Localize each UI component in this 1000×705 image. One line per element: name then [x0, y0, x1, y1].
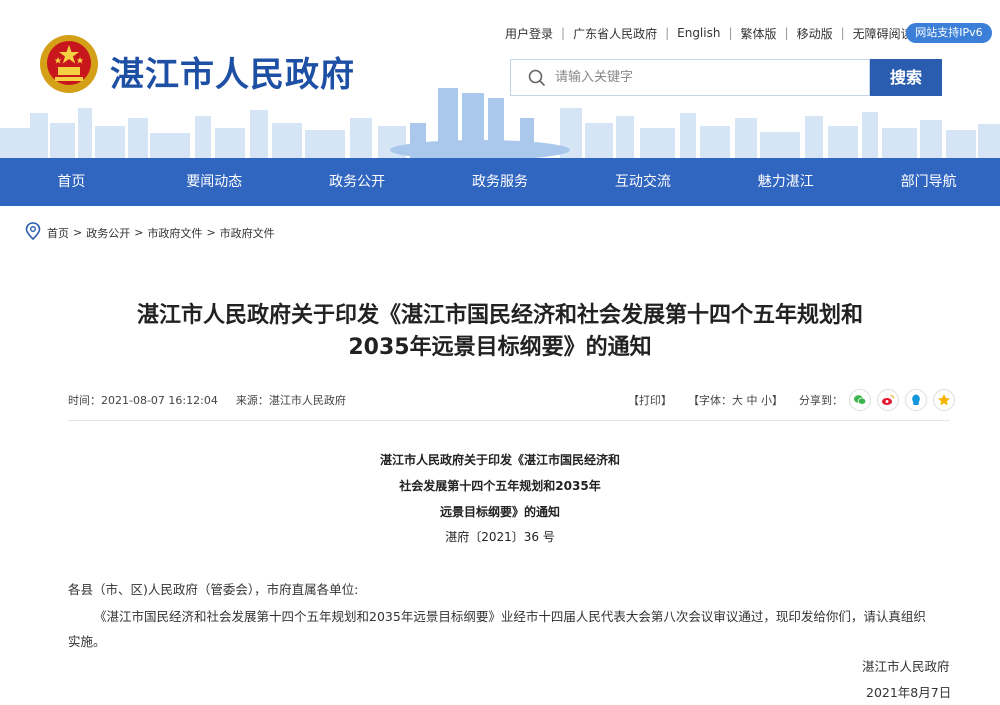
top-link-traditional[interactable]: 繁体版 — [741, 25, 777, 42]
nav-item-services[interactable]: 政务服务 — [429, 158, 572, 206]
doc-number: 湛府〔2021〕36 号 — [445, 530, 555, 544]
article-meta: 时间：2021-08-07 16:12:04 来源：湛江市人民政府 — [68, 392, 346, 408]
separator: | — [665, 26, 670, 40]
breadcrumb-separator: > — [206, 226, 216, 239]
breadcrumb-separator: > — [73, 226, 83, 239]
print-button[interactable]: 【打印】 — [628, 392, 672, 408]
article-source: 来源：湛江市人民政府 — [235, 394, 346, 407]
separator: | — [728, 26, 733, 40]
qzone-icon[interactable] — [933, 389, 955, 411]
top-links: 用户登录 | 广东省人民政府 | English | 繁体版 | 移动版 | 无… — [505, 23, 933, 43]
search-button[interactable]: 搜索 — [870, 59, 942, 96]
top-link-guangdong[interactable]: 广东省人民政府 — [573, 25, 657, 42]
document-date: 2021年8月7日 — [866, 685, 952, 700]
top-link-mobile[interactable]: 移动版 — [797, 25, 833, 42]
nav-item-news[interactable]: 要闻动态 — [143, 158, 286, 206]
search-box — [510, 59, 870, 96]
article-tools: 【打印】 【字体：大 中 小】 分享到： — [628, 389, 955, 411]
location-pin-icon — [25, 222, 41, 243]
separator: | — [784, 26, 789, 40]
top-link-english[interactable]: English — [677, 26, 720, 40]
breadcrumb-separator: > — [134, 226, 144, 239]
city-skyline-banner — [0, 88, 1000, 158]
nav-item-gov-affairs[interactable]: 政务公开 — [286, 158, 429, 206]
top-link-accessibility[interactable]: 无障碍阅读 — [853, 25, 913, 42]
top-link-login[interactable]: 用户登录 — [505, 25, 553, 42]
separator: | — [561, 26, 566, 40]
separator: | — [840, 26, 845, 40]
doc-title-line: 远景目标纲要》的通知 — [439, 505, 560, 519]
article-title-line: 2035年远景目标纲要》的通知 — [348, 335, 652, 360]
nav-item-interaction[interactable]: 互动交流 — [571, 158, 714, 206]
breadcrumb-gov-docs[interactable]: 市政府文件 — [147, 225, 202, 241]
ipv6-badge: 网站支持IPv6 — [906, 23, 992, 43]
article-title-line: 湛江市人民政府关于印发《湛江市国民经济和社会发展第十四个五年规划和 — [136, 303, 863, 328]
nav-item-home[interactable]: 首页 — [0, 158, 143, 206]
font-size-control[interactable]: 【字体：大 中 小】 — [688, 392, 783, 408]
breadcrumb-city-gov-docs[interactable]: 市政府文件 — [220, 225, 275, 241]
divider — [68, 420, 950, 421]
body-paragraph-cont: 实施。 — [68, 634, 106, 649]
search-icon — [519, 59, 555, 96]
breadcrumb-gov-affairs[interactable]: 政务公开 — [86, 225, 130, 241]
share-label: 分享到： — [799, 394, 843, 407]
wechat-icon[interactable] — [849, 389, 871, 411]
nav-item-charm[interactable]: 魅力湛江 — [714, 158, 857, 206]
article-title: 湛江市人民政府关于印发《湛江市国民经济和社会发展第十四个五年规划和 2035年远… — [0, 300, 1000, 364]
search-input[interactable] — [555, 62, 855, 93]
weibo-icon[interactable] — [877, 389, 899, 411]
main-nav: 首页 要闻动态 政务公开 政务服务 互动交流 魅力湛江 部门导航 — [0, 158, 1000, 206]
publish-time: 时间：2021-08-07 16:12:04 — [68, 394, 218, 407]
national-emblem-icon — [40, 35, 98, 93]
qq-icon[interactable] — [905, 389, 927, 411]
doc-title-line: 社会发展第十四个五年规划和2035年 — [399, 479, 601, 493]
site-header: 湛江市人民政府 用户登录 | 广东省人民政府 | English | 繁体版 |… — [0, 0, 1000, 158]
breadcrumb: 首页 > 政务公开 > 市政府文件 > 市政府文件 — [25, 222, 275, 243]
body-paragraph: 《湛江市国民经济和社会发展第十四个五年规划和2035年远景目标纲要》业经市十四届… — [94, 609, 926, 624]
signature: 湛江市人民政府 — [862, 659, 950, 674]
breadcrumb-home[interactable]: 首页 — [47, 225, 69, 241]
doc-title-line: 湛江市人民政府关于印发《湛江市国民经济和 — [379, 453, 620, 467]
nav-item-departments[interactable]: 部门导航 — [857, 158, 1000, 206]
site-title: 湛江市人民政府 — [110, 55, 355, 95]
salutation: 各县（市、区)人民政府（管委会），市府直属各单位: — [68, 582, 359, 597]
